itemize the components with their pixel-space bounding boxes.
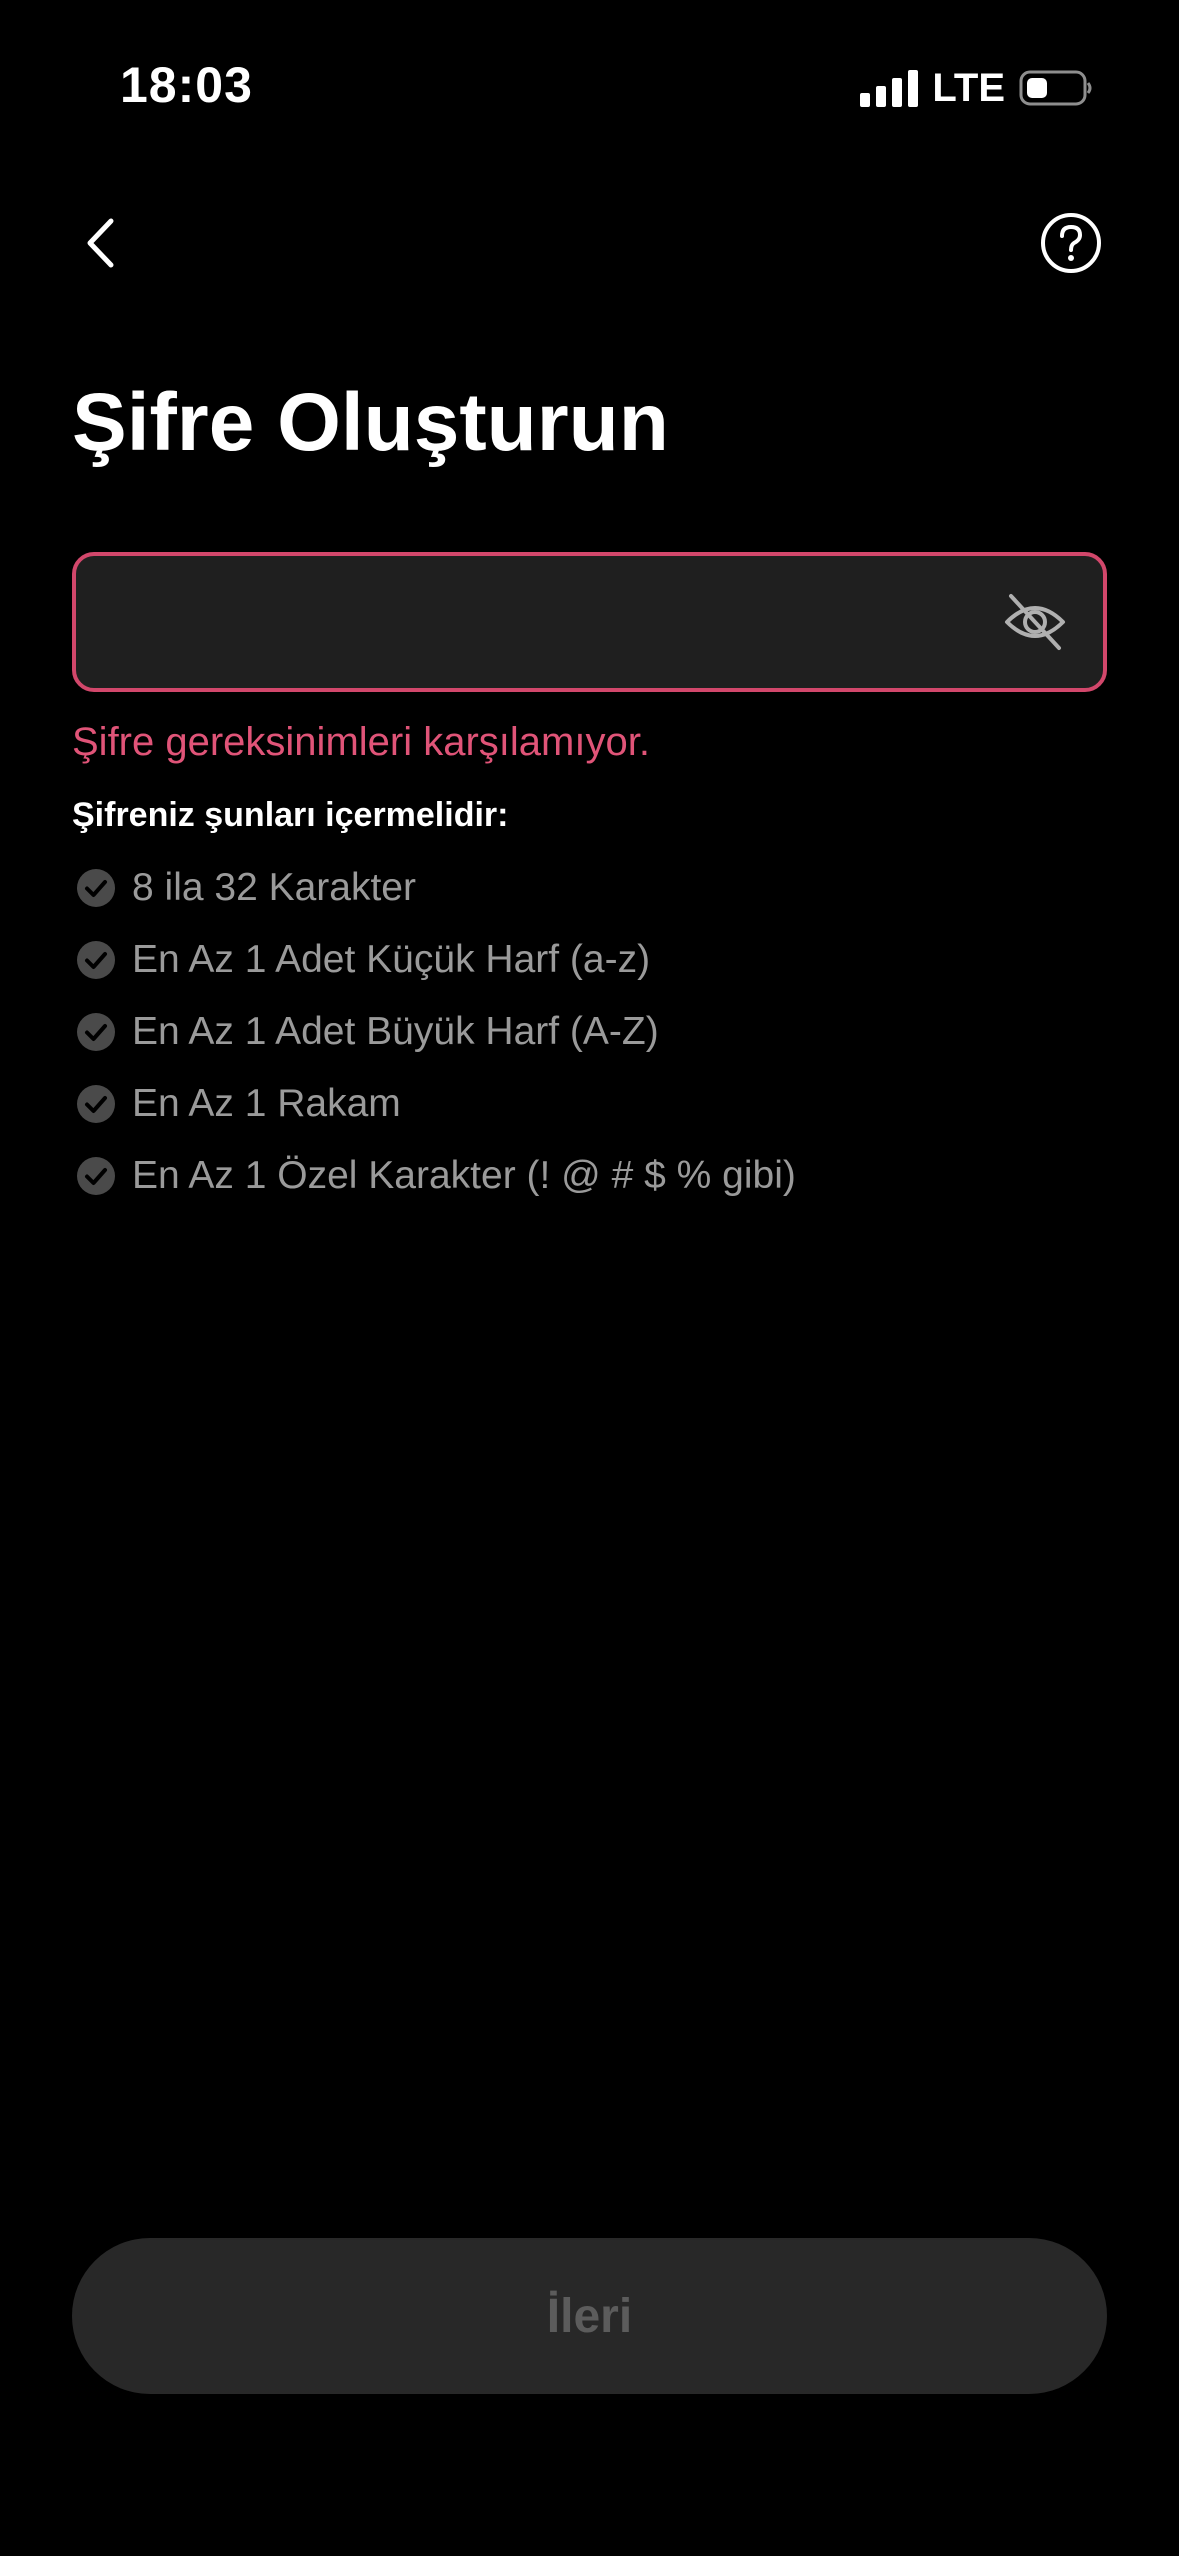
requirement-label: En Az 1 Özel Karakter (! @ # $ % gibi) xyxy=(132,1154,796,1197)
password-input[interactable] xyxy=(106,556,1010,690)
help-button[interactable] xyxy=(1040,212,1102,274)
question-circle-icon xyxy=(1041,213,1101,273)
requirement-label: En Az 1 Rakam xyxy=(132,1082,401,1125)
network-label: LTE xyxy=(932,65,1005,110)
check-circle-icon xyxy=(77,1013,115,1051)
page-title: Şifre Oluşturun xyxy=(72,377,669,468)
check-circle-icon xyxy=(77,869,115,907)
signal-icon xyxy=(860,69,919,107)
password-error-message: Şifre gereksinimleri karşılamıyor. xyxy=(72,720,650,764)
status-time: 18:03 xyxy=(120,57,253,113)
check-circle-icon xyxy=(77,1085,115,1123)
requirements-list: 8 ila 32 Karakter En Az 1 Adet Küçük Har… xyxy=(72,852,796,1212)
requirement-item: 8 ila 32 Karakter xyxy=(72,852,796,924)
requirement-item: En Az 1 Adet Büyük Harf (A-Z) xyxy=(72,996,796,1068)
next-button[interactable]: İleri xyxy=(72,2238,1107,2394)
password-field[interactable] xyxy=(72,552,1107,692)
check-circle-icon xyxy=(77,1157,115,1195)
battery-icon xyxy=(1019,70,1092,106)
back-button[interactable] xyxy=(70,210,130,276)
requirement-label: En Az 1 Adet Küçük Harf (a-z) xyxy=(132,938,651,981)
requirement-item: En Az 1 Adet Küçük Harf (a-z) xyxy=(72,924,796,996)
chevron-left-icon xyxy=(87,218,114,268)
status-indicators: LTE xyxy=(860,66,1093,110)
requirements-heading: Şifreniz şunları içermelidir: xyxy=(72,796,509,834)
requirement-label: En Az 1 Adet Büyük Harf (A-Z) xyxy=(132,1010,659,1053)
requirement-label: 8 ila 32 Karakter xyxy=(132,866,416,909)
eye-slash-icon[interactable] xyxy=(1003,592,1067,652)
requirement-item: En Az 1 Özel Karakter (! @ # $ % gibi) xyxy=(72,1140,796,1212)
requirement-item: En Az 1 Rakam xyxy=(72,1068,796,1140)
check-circle-icon xyxy=(77,941,115,979)
